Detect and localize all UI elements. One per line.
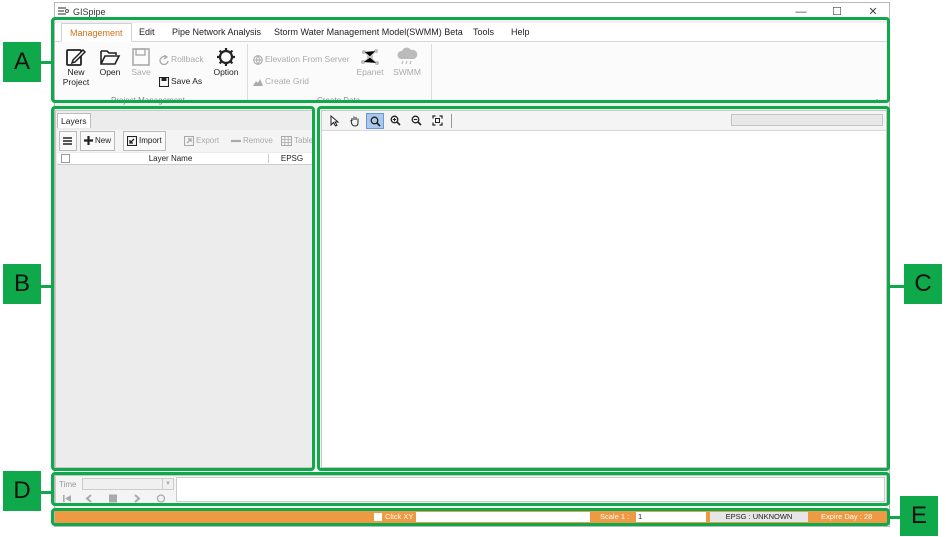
highlight-region-e [51, 508, 890, 526]
annotation-label-e: E [900, 496, 938, 536]
annotation-connector [888, 285, 904, 288]
annotation-label-c: C [904, 264, 942, 304]
annotation-label-b: B [3, 264, 41, 304]
annotation-connector [888, 516, 900, 519]
window-title: GISpipe [73, 7, 106, 17]
annotation-label-a: A [3, 42, 41, 82]
highlight-region-b [51, 106, 315, 471]
annotation-connector [40, 285, 53, 288]
highlight-region-c [317, 106, 890, 471]
annotation-connector [40, 491, 53, 494]
annotation-label-d: D [3, 471, 41, 511]
annotation-connector [40, 61, 53, 64]
highlight-region-a [51, 17, 890, 103]
highlight-region-d [51, 472, 890, 506]
app-logo-icon [58, 7, 69, 15]
